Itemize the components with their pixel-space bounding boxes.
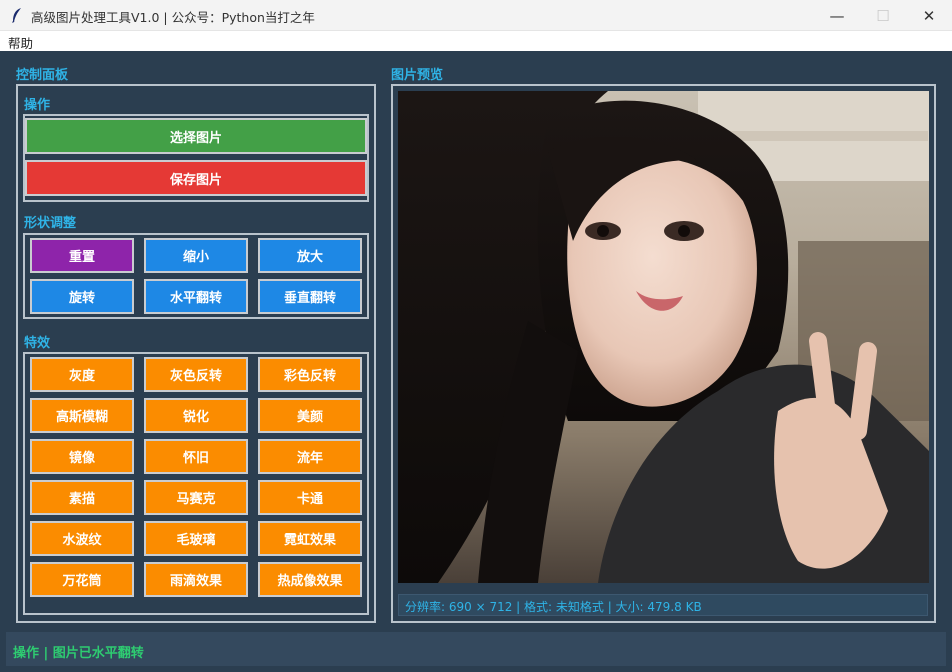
effect-kaleidoscope-button[interactable]: 万花筒: [30, 562, 134, 597]
effect-thermal-button[interactable]: 热成像效果: [258, 562, 362, 597]
close-button[interactable]: ✕: [906, 0, 952, 31]
save-image-button[interactable]: 保存图片: [25, 160, 367, 196]
effect-beauty-button[interactable]: 美颜: [258, 398, 362, 433]
effect-fleeting-years-button[interactable]: 流年: [258, 439, 362, 474]
effect-sketch-button[interactable]: 素描: [30, 480, 134, 515]
shape-label: 形状调整: [24, 216, 77, 231]
control-panel-label: 控制面板: [16, 64, 73, 83]
preview-image: [398, 91, 929, 583]
enlarge-button[interactable]: 放大: [258, 238, 362, 273]
effect-sharpen-button[interactable]: 锐化: [144, 398, 248, 433]
maximize-icon: ☐: [876, 6, 890, 25]
effect-ripple-button[interactable]: 水波纹: [30, 521, 134, 556]
preview-label: 图片预览: [391, 64, 448, 83]
minimize-button[interactable]: —: [814, 0, 860, 31]
window-title: 高级图片处理工具V1.0 | 公众号：Python当打之年: [31, 10, 315, 25]
effects-label: 特效: [24, 336, 51, 351]
title-bar: 高级图片处理工具V1.0 | 公众号：Python当打之年 — ☐ ✕: [0, 0, 952, 31]
effect-mosaic-button[interactable]: 马赛克: [144, 480, 248, 515]
flip-vertical-button[interactable]: 垂直翻转: [258, 279, 362, 314]
effect-grayscale-button[interactable]: 灰度: [30, 357, 134, 392]
maximize-button[interactable]: ☐: [860, 0, 906, 31]
effect-gaussian-blur-button[interactable]: 高斯模糊: [30, 398, 134, 433]
rotate-button[interactable]: 旋转: [30, 279, 134, 314]
shrink-button[interactable]: 缩小: [144, 238, 248, 273]
status-bar: 操作 | 图片已水平翻转: [6, 632, 946, 666]
image-info-bar: 分辨率: 690 × 712 | 格式: 未知格式 | 大小: 479.8 KB: [398, 594, 928, 616]
effect-raindrop-button[interactable]: 雨滴效果: [144, 562, 248, 597]
status-text: 操作 | 图片已水平翻转: [13, 646, 144, 661]
effect-frosted-glass-button[interactable]: 毛玻璃: [144, 521, 248, 556]
effect-color-invert-button[interactable]: 彩色反转: [258, 357, 362, 392]
menu-bar: 帮助: [0, 31, 952, 51]
close-icon: ✕: [922, 6, 936, 25]
feather-icon: [12, 8, 21, 23]
effect-cartoon-button[interactable]: 卡通: [258, 480, 362, 515]
effect-mirror-button[interactable]: 镜像: [30, 439, 134, 474]
operations-label: 操作: [24, 98, 51, 113]
select-image-button[interactable]: 选择图片: [25, 118, 367, 154]
flip-horizontal-button[interactable]: 水平翻转: [144, 279, 248, 314]
reset-button[interactable]: 重置: [30, 238, 134, 273]
effect-nostalgia-button[interactable]: 怀旧: [144, 439, 248, 474]
minimize-icon: —: [829, 6, 845, 25]
effect-gray-invert-button[interactable]: 灰色反转: [144, 357, 248, 392]
menu-help[interactable]: 帮助: [8, 33, 33, 52]
effect-neon-button[interactable]: 霓虹效果: [258, 521, 362, 556]
